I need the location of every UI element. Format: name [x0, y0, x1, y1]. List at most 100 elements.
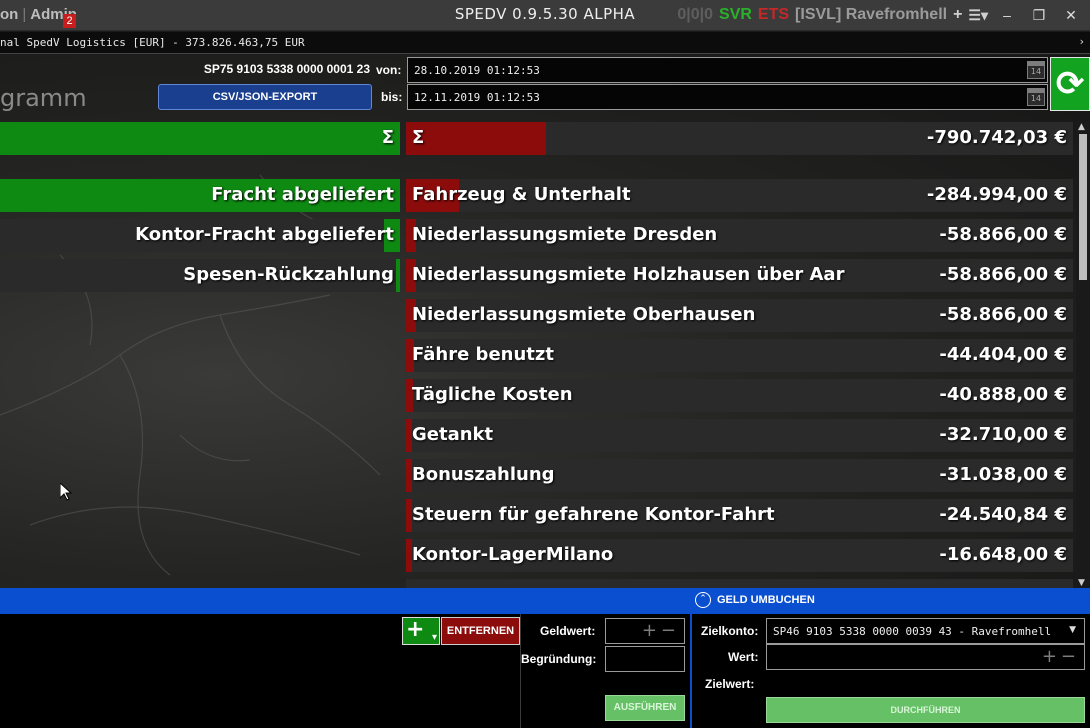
income-row-label: Fracht abgeliefert [211, 184, 394, 205]
calendar-icon[interactable]: 14 [1027, 88, 1045, 106]
expense-sum-amount: -790.742,03 € [926, 127, 1067, 148]
expense-row-amount: -31.038,00 € [939, 464, 1067, 485]
expense-row: Tägliche Kosten -40.888,00 € [406, 379, 1073, 412]
target-account-value: SP46 9103 5338 0000 0039 43 - Ravefromhe… [773, 625, 1052, 638]
expense-row: Fahrzeug & Unterhalt -284.994,00 € [406, 179, 1073, 212]
execute-button[interactable]: AUSFÜHREN [605, 695, 685, 721]
income-row-fill [396, 259, 400, 292]
reason-input[interactable] [605, 646, 685, 672]
expense-row-amount: -58.866,00 € [939, 304, 1067, 325]
close-icon[interactable]: ✕ [1058, 7, 1084, 24]
expense-row: Niederlassungsmiete Oberhausen -58.866,00… [406, 299, 1073, 332]
expense-row-amount: -284.994,00 € [926, 184, 1067, 205]
expense-row-label: Niederlassungsmiete Dresden [412, 224, 718, 245]
expense-row: Niederlassungsmiete Holzhausen über Aar -… [406, 259, 1073, 292]
panel-divider-blue [690, 614, 692, 728]
target-value-label: Zielwert: [705, 677, 755, 691]
income-sum-fill [0, 122, 400, 155]
plus-icon[interactable]: + [953, 6, 962, 24]
expense-scrollbar[interactable]: ▲ ▼ [1076, 122, 1090, 588]
transfer-bar-label: GELD UMBUCHEN [717, 594, 815, 606]
expense-row-label: Niederlassungsmiete Holzhausen über Aar [412, 264, 845, 285]
layout-icon[interactable]: ☰▾ [968, 7, 988, 24]
expense-row-label: Fähre benutzt [412, 344, 554, 365]
money-value-input[interactable]: +− [605, 618, 685, 644]
perform-button[interactable]: DURCHFÜHREN [766, 697, 1085, 723]
add-button[interactable]: + ▾ [402, 617, 440, 645]
account-iban: SP75 9103 5338 0000 0001 23 [203, 62, 370, 76]
expense-sum-fill [406, 122, 547, 155]
income-row: Kontor-Fracht abgeliefert [0, 219, 400, 252]
money-value-label: Geldwert: [540, 624, 596, 638]
expense-row: Bonuszahlung -31.038,00 € [406, 459, 1073, 492]
svr-indicator: SVR [719, 6, 752, 23]
from-label: von: [376, 63, 402, 77]
income-row-label: Kontor-Fracht abgeliefert [135, 224, 394, 245]
income-sum-label: Σ [381, 127, 394, 148]
to-label: bis: [381, 90, 403, 104]
reason-label: Begründung: [521, 652, 597, 666]
expense-row: Getankt -32.710,00 € [406, 419, 1073, 452]
expense-row-amount: -24.540,84 € [939, 504, 1067, 525]
expense-sum-row: Σ -790.742,03 € [406, 122, 1073, 155]
plus-minus-icon[interactable]: +− [642, 620, 680, 641]
scroll-up-icon[interactable]: ▲ [1078, 122, 1085, 132]
from-date-field[interactable]: 28.10.2019 01:12:53 14 [407, 57, 1048, 83]
value-label: Wert: [728, 650, 759, 664]
expense-row-amount: -58.866,00 € [939, 264, 1067, 285]
ets-indicator: ETS [757, 6, 790, 23]
add-label: + [406, 617, 425, 642]
expense-row: Niederlassungsmiete Dresden -58.866,00 € [406, 219, 1073, 252]
expense-row: Fähre benutzt -44.404,00 € [406, 339, 1073, 372]
income-sum-row: Σ [0, 122, 400, 155]
expense-row-amount: -58.866,00 € [939, 224, 1067, 245]
refresh-button[interactable]: ⟳ [1050, 57, 1090, 111]
to-date-field[interactable]: 12.11.2019 01:12:53 14 [407, 84, 1048, 110]
expense-sum-label: Σ [412, 127, 425, 148]
expense-row-label: Getankt [412, 424, 494, 445]
expense-row-label: Niederlassungsmiete Oberhausen [412, 304, 756, 325]
mouse-cursor-icon [59, 481, 73, 505]
chevron-right-icon: › [1079, 35, 1084, 48]
transfer-toggle-bar[interactable]: ⌃ GELD UMBUCHEN [0, 588, 1090, 614]
expense-row: Steuern für gefahrene Kontor-Fahrt -24.54… [406, 499, 1073, 532]
expense-row-label: Steuern für gefahrene Kontor-Fahrt [412, 504, 775, 525]
account-text: nal SpedV Logistics [EUR] - 373.826.463,… [0, 36, 305, 49]
panel-divider [520, 614, 521, 728]
restore-icon[interactable]: ❐ [1026, 7, 1052, 24]
remove-button[interactable]: ENTFERNEN [441, 617, 520, 645]
csv-json-export-button[interactable]: CSV/JSON-EXPORT [158, 84, 372, 110]
income-row: Spesen-Rückzahlung [0, 259, 400, 292]
income-row-label: Spesen-Rückzahlung [183, 264, 394, 285]
from-date-value: 28.10.2019 01:12:53 [414, 64, 540, 77]
minimize-icon[interactable]: – [994, 7, 1020, 23]
chevron-up-icon: ⌃ [695, 592, 711, 608]
transfer-panel: + ▾ ENTFERNEN Geldwert: +− Begründung: AU… [0, 614, 1090, 728]
expense-row-partial [406, 579, 1073, 588]
section-title: gramm [0, 84, 87, 112]
value-input[interactable]: +− [766, 644, 1085, 670]
expense-row-amount: -32.710,00 € [939, 424, 1067, 445]
refresh-icon: ⟳ [1055, 64, 1085, 104]
target-account-select[interactable]: SP46 9103 5338 0000 0039 43 - Ravefromhe… [766, 618, 1085, 644]
expense-row-label: Tägliche Kosten [412, 384, 573, 405]
expense-row-amount: -40.888,00 € [939, 384, 1067, 405]
dropdown-arrow-icon: ▼ [1069, 625, 1076, 635]
title-bar: on | Admin 2 SPEDV 0.9.5.30 ALPHA 0|0|0 SV… [0, 0, 1090, 31]
title-bar-right: 0|0|0 SVR ETS [ISVL] Ravefromhell + ☰▾ –… [677, 4, 1090, 26]
expense-row: Kontor-LagerMilano -16.648,00 € [406, 539, 1073, 572]
account-selector[interactable]: nal SpedV Logistics [EUR] - 373.826.463,… [0, 32, 1090, 54]
target-account-label: Zielkonto: [701, 624, 759, 638]
scroll-thumb[interactable] [1079, 134, 1087, 280]
expense-row-amount: -44.404,00 € [939, 344, 1067, 365]
expense-row-label: Kontor-LagerMilano [412, 544, 614, 565]
expense-row-amount: -16.648,00 € [939, 544, 1067, 565]
expense-row-label: Bonuszahlung [412, 464, 555, 485]
expense-row-label: Fahrzeug & Unterhalt [412, 184, 631, 205]
calendar-icon[interactable]: 14 [1027, 61, 1045, 79]
scroll-down-icon[interactable]: ▼ [1078, 578, 1085, 588]
chevron-down-icon: ▾ [431, 632, 437, 643]
user-name[interactable]: [ISVL] Ravefromhell [795, 6, 947, 24]
income-row: Fracht abgeliefert [0, 179, 400, 212]
plus-minus-icon[interactable]: +− [1042, 646, 1080, 667]
